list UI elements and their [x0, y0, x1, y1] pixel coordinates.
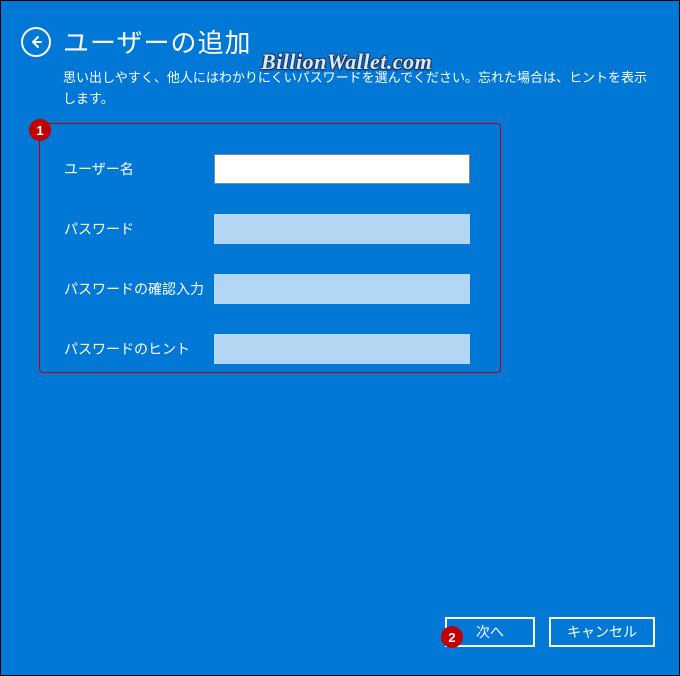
- password-input[interactable]: [214, 214, 470, 244]
- username-label: ユーザー名: [64, 159, 214, 179]
- password-hint-label: パスワードのヒント: [64, 339, 214, 359]
- user-form: ユーザー名 パスワード パスワードの確認入力 パスワードのヒント: [39, 123, 501, 373]
- password-confirm-label: パスワードの確認入力: [64, 279, 214, 299]
- cancel-button[interactable]: キャンセル: [549, 617, 655, 647]
- back-button[interactable]: [21, 27, 51, 57]
- password-hint-input[interactable]: [214, 334, 470, 364]
- page-title: ユーザーの追加: [63, 23, 251, 60]
- next-button[interactable]: 次へ: [445, 617, 535, 647]
- arrow-left-icon: [28, 34, 44, 50]
- page-subtitle: 思い出しやすく、他人にはわかりにくいパスワードを選んでください。忘れた場合は、ヒ…: [1, 68, 679, 110]
- password-label: パスワード: [64, 219, 214, 239]
- username-input[interactable]: [214, 154, 470, 184]
- password-confirm-input[interactable]: [214, 274, 470, 304]
